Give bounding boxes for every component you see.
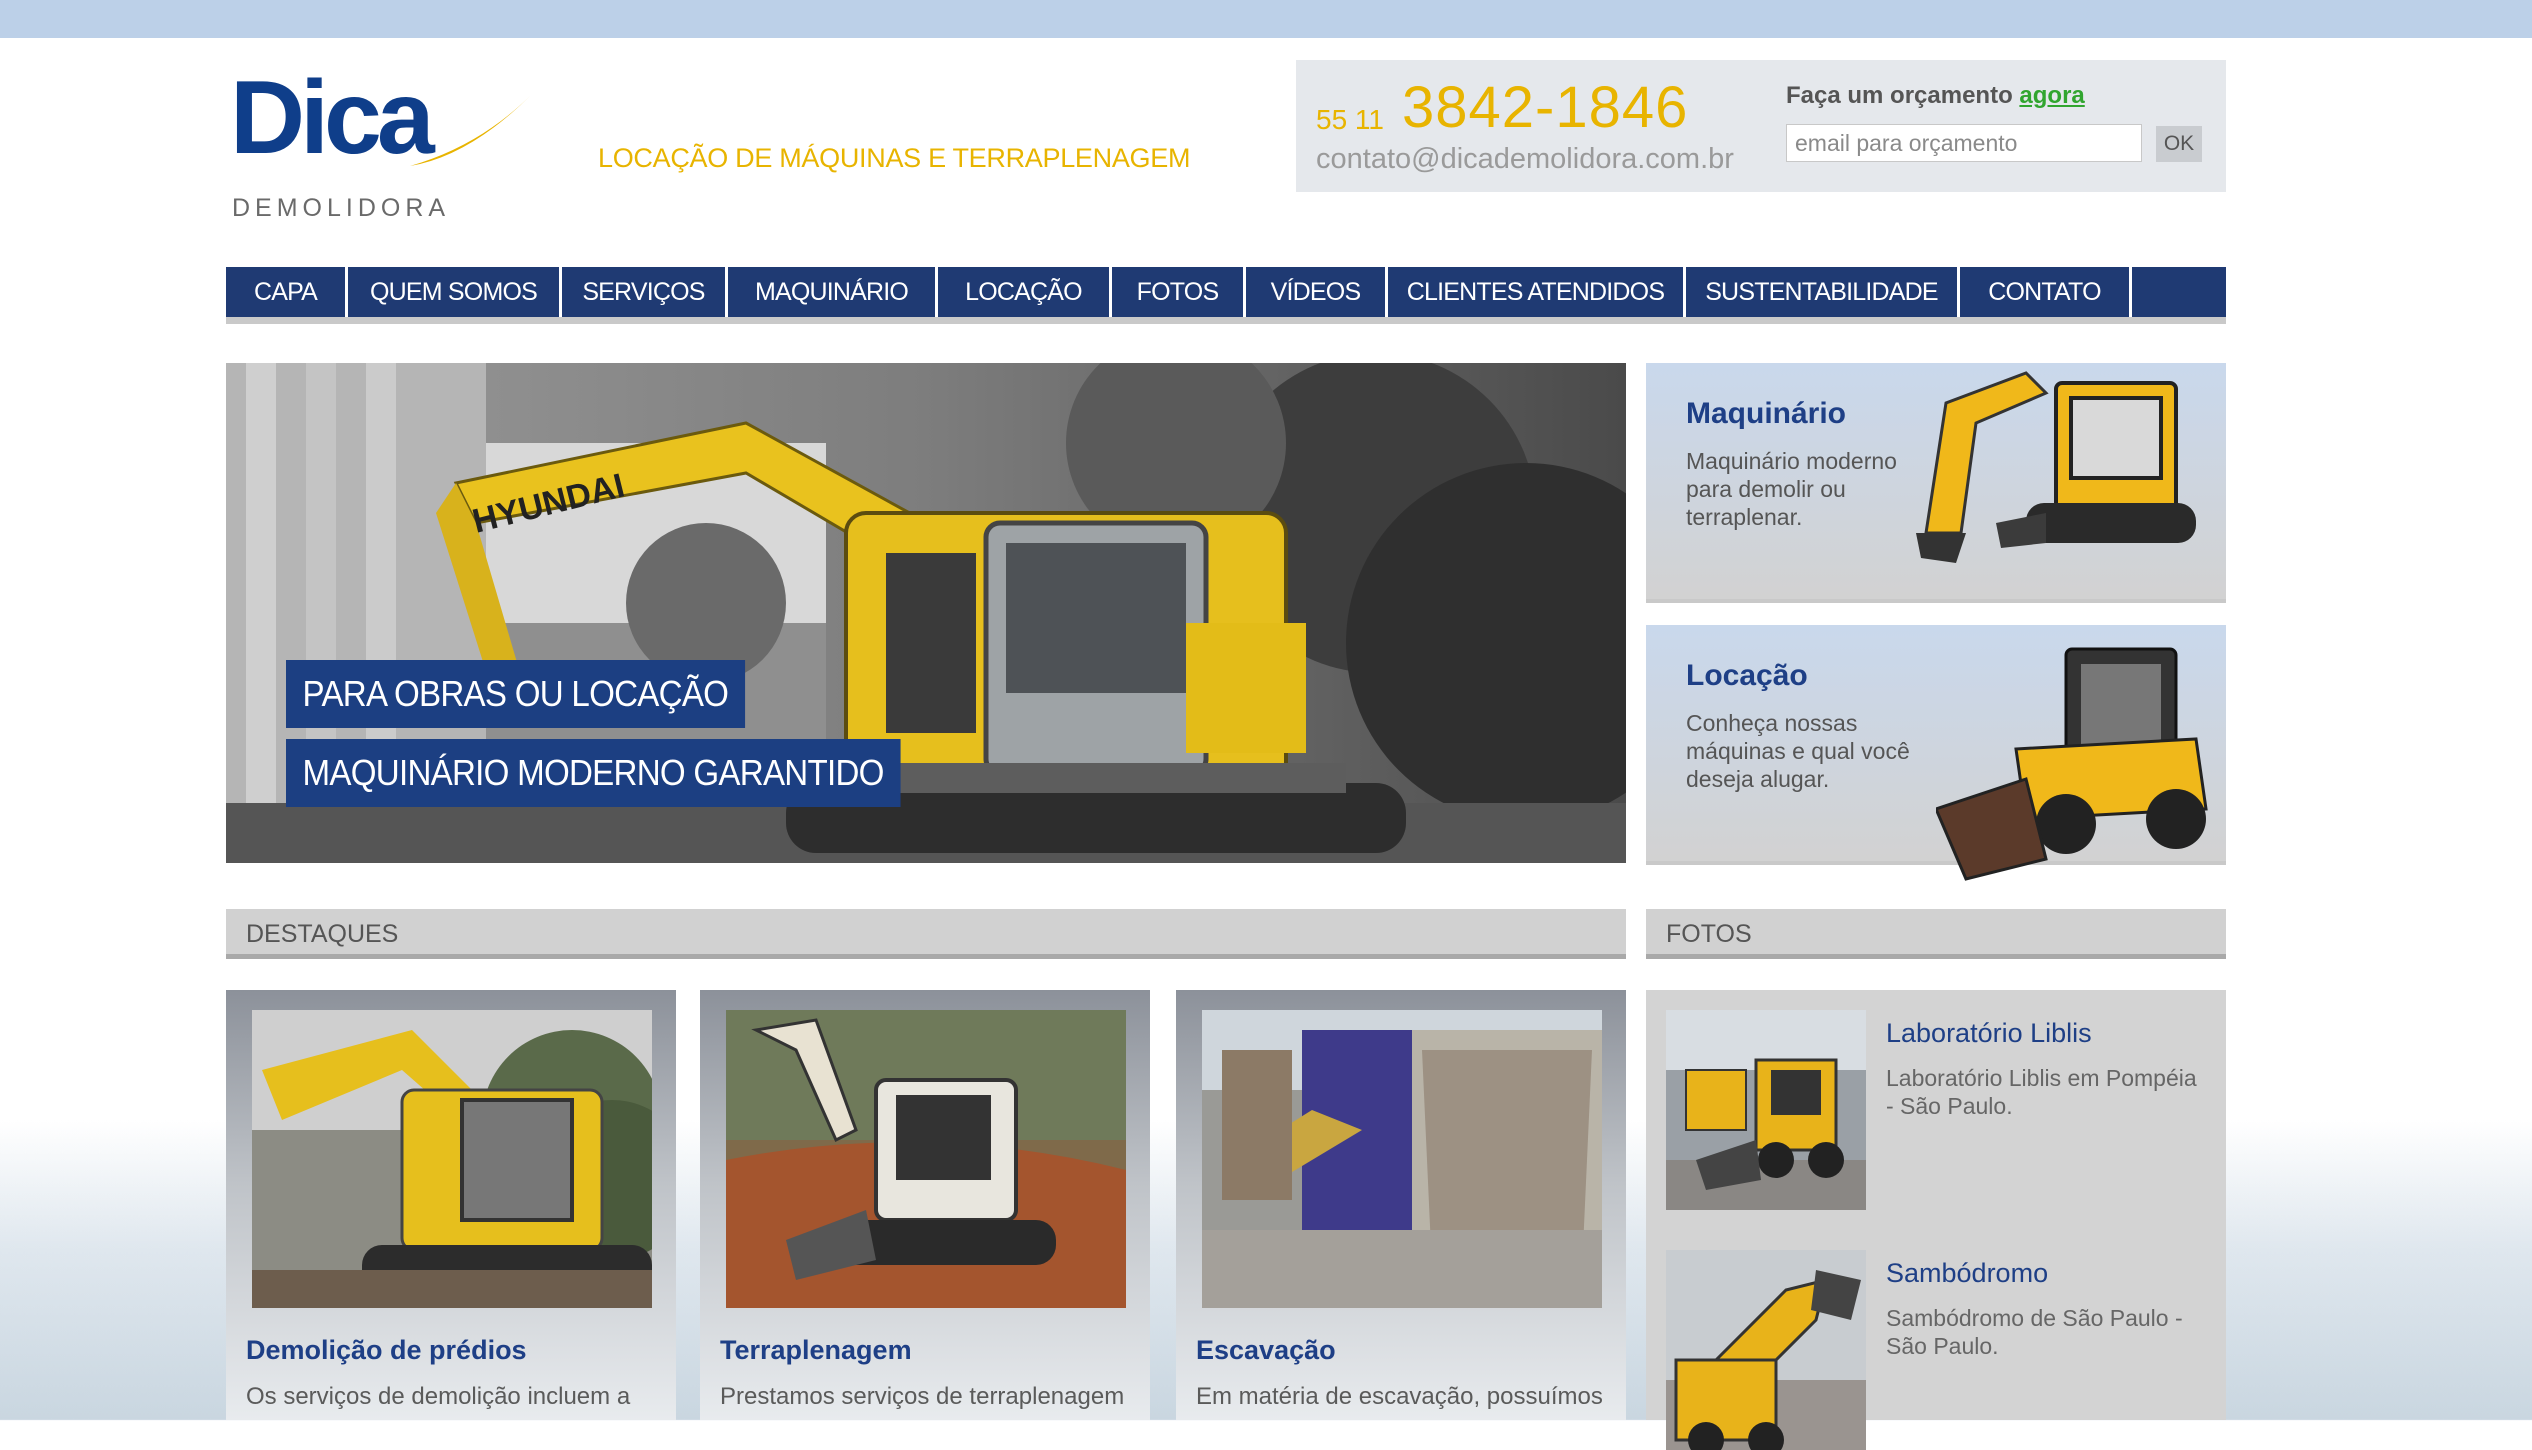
nav-item-locacao[interactable]: LOCAÇÃO	[938, 267, 1112, 317]
photo-text-liblis: Laboratório Liblis em Pompéia - São Paul…	[1886, 1065, 2197, 1119]
highlight-card-escavacao[interactable]: Escavação Em matéria de escavação, possu…	[1176, 990, 1626, 1420]
highlight-image-escavacao	[1202, 1010, 1602, 1308]
logo[interactable]: Dica DEMOLIDORA	[230, 66, 532, 226]
highlight-title-escavacao[interactable]: Escavação	[1196, 1335, 1336, 1366]
hero-banner[interactable]: HYUNDAI PARA OBRAS OU LOCAÇÃO MAQUINÁRIO…	[226, 363, 1626, 863]
quote-label: Faça um orçamento agora	[1786, 82, 2085, 109]
phone-number: 3842-1846	[1402, 75, 1689, 140]
highlight-title-demolicao[interactable]: Demolição de prédios	[246, 1335, 527, 1366]
contact-box: 55 11 3842-1846 contato@dicademolidora.c…	[1296, 60, 2226, 192]
quote-email-input[interactable]	[1786, 124, 2142, 162]
nav-item-servicos[interactable]: SERVIÇOS	[562, 267, 728, 317]
logo-swoosh-icon	[410, 94, 532, 166]
section-header-fotos: FOTOS	[1646, 909, 2226, 959]
photo-title-liblis[interactable]: Laboratório Liblis	[1886, 1018, 2092, 1049]
highlight-card-terraplenagem[interactable]: Terraplenagem Prestamos serviços de terr…	[700, 990, 1150, 1420]
skid-steer-icon	[1936, 647, 2208, 881]
promo-maquinario[interactable]: Maquinário Maquinário moderno para demol…	[1646, 363, 2226, 603]
promo-maquinario-text: Maquinário moderno para demolir ou terra…	[1686, 448, 1897, 530]
highlight-text-demolicao: Os serviços de demolição incluem a	[246, 1383, 631, 1410]
photo-text-sambodromo: Sambódromo de São Paulo - São Paulo.	[1886, 1305, 2183, 1359]
promo-locacao-text: Conheça nossas máquinas e qual você dese…	[1686, 710, 1910, 792]
photo-title-sambodromo[interactable]: Sambódromo	[1886, 1258, 2048, 1289]
nav-item-fotos[interactable]: FOTOS	[1112, 267, 1246, 317]
section-header-destaques: DESTAQUES	[226, 909, 1626, 959]
main-nav: CAPA QUEM SOMOS SERVIÇOS MAQUINÁRIO LOCA…	[226, 267, 2226, 324]
promo-locacao-title: Locação	[1686, 659, 1808, 692]
quote-ok-button[interactable]: OK	[2156, 126, 2202, 162]
hero-caption-1: PARA OBRAS OU LOCAÇÃO	[286, 660, 745, 728]
photo-thumb-liblis	[1666, 1010, 1866, 1210]
top-bar	[0, 0, 2532, 38]
contact-email[interactable]: contato@dicademolidora.com.br	[1316, 143, 1734, 176]
nav-item-sustentabilidade[interactable]: SUSTENTABILIDADE	[1686, 267, 1960, 317]
nav-item-quem-somos[interactable]: QUEM SOMOS	[348, 267, 562, 317]
hero-caption-2: MAQUINÁRIO MODERNO GARANTIDO	[286, 739, 901, 807]
promo-locacao[interactable]: Locação Conheça nossas máquinas e qual v…	[1646, 625, 2226, 881]
photos-panel: Laboratório Liblis Laboratório Liblis em…	[1646, 990, 2226, 1450]
quote-now-link[interactable]: agora	[2019, 82, 2084, 109]
nav-item-contato[interactable]: CONTATO	[1960, 267, 2132, 317]
promo-maquinario-title: Maquinário	[1686, 397, 1847, 430]
nav-item-videos[interactable]: VÍDEOS	[1246, 267, 1388, 317]
highlight-text-escavacao: Em matéria de escavação, possuímos	[1196, 1383, 1603, 1410]
nav-item-maquinario[interactable]: MAQUINÁRIO	[728, 267, 938, 317]
phone-prefix: 55 11	[1316, 104, 1384, 135]
site-tagline: LOCAÇÃO DE MÁQUINAS E TERRAPLENAGEM	[598, 143, 1191, 173]
highlight-image-demolicao	[252, 1010, 652, 1308]
highlight-image-terraplenagem	[726, 1010, 1126, 1308]
mini-excavator-icon	[1916, 371, 2196, 563]
photo-thumb-sambodromo	[1666, 1250, 1866, 1450]
logo-subtitle: DEMOLIDORA	[232, 194, 451, 222]
highlight-title-terraplenagem[interactable]: Terraplenagem	[720, 1335, 912, 1366]
nav-item-capa[interactable]: CAPA	[226, 267, 348, 317]
highlight-card-demolicao[interactable]: Demolição de prédios Os serviços de demo…	[226, 990, 676, 1420]
nav-item-clientes-atendidos[interactable]: CLIENTES ATENDIDOS	[1388, 267, 1686, 317]
highlight-text-terraplenagem: Prestamos serviços de terraplenagem	[720, 1383, 1125, 1410]
